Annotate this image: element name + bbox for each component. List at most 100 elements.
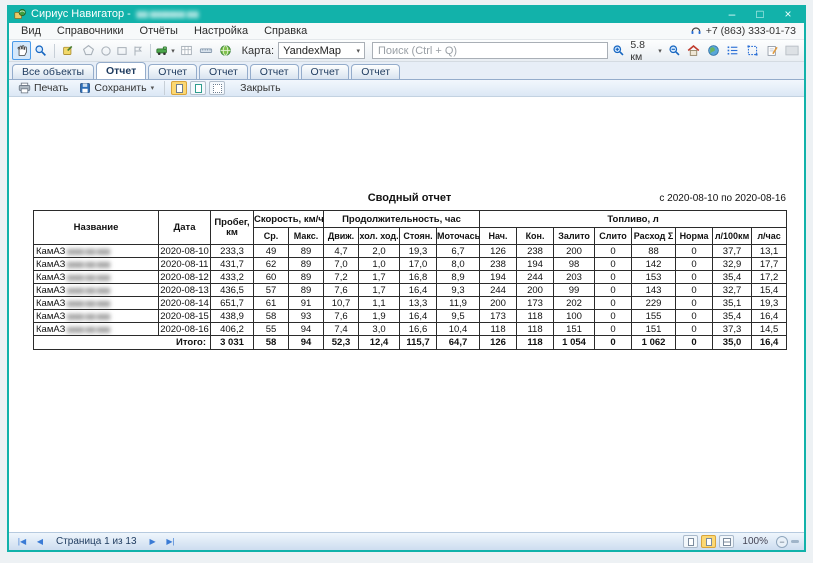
value-cell: 32,9: [713, 258, 752, 271]
menu-item-directories[interactable]: Справочники: [49, 25, 132, 37]
schedule-button[interactable]: [177, 41, 196, 60]
value-cell: 89: [289, 271, 324, 284]
pan-hand-button[interactable]: [12, 41, 31, 60]
edit-zone-icon: [62, 44, 75, 57]
redacted-plate: ▮▮▮▮▮ ▮▮▮ ▮▮▮▮: [65, 299, 110, 308]
select-area-button[interactable]: [743, 41, 762, 60]
menu-item-settings[interactable]: Настройка: [186, 25, 256, 37]
menu-item-view[interactable]: Вид: [13, 25, 49, 37]
map-scale-dropdown[interactable]: 5.8 км ▾: [630, 39, 661, 63]
zoom-out-slider-button[interactable]: −: [776, 536, 788, 548]
close-report-label: Закрыть: [240, 82, 280, 94]
vehicle-name: КамАЗ: [36, 298, 65, 309]
rectangle-tool-button[interactable]: [115, 41, 130, 60]
zoom-slider[interactable]: [791, 540, 799, 543]
app-window: Сириус Навигатор - ▮▮▮ ▮▮▮▮▮▮▮▮▮ ▮▮▮ – □…: [7, 5, 806, 552]
tab-report-3[interactable]: Отчет: [199, 64, 248, 79]
subcolumn-header: Залито: [554, 228, 595, 245]
column-header-name: Название: [34, 211, 159, 245]
close-report-button[interactable]: Закрыть: [236, 81, 284, 96]
object-list-button[interactable]: [724, 41, 743, 60]
value-cell: 0: [595, 258, 632, 271]
zoom-in-button[interactable]: [609, 41, 628, 60]
maximize-button[interactable]: □: [753, 8, 767, 20]
last-page-button[interactable]: ▶|: [163, 535, 179, 549]
value-cell: 436,5: [211, 284, 254, 297]
support-phone: +7 (863) 333-01-73: [690, 25, 800, 37]
edit-zone-button[interactable]: [59, 41, 78, 60]
map-select-value: YandexMap: [283, 45, 341, 57]
tab-all-objects[interactable]: Все объекты: [12, 64, 94, 79]
print-button[interactable]: Печать: [14, 81, 72, 96]
fit-width-button[interactable]: [171, 81, 187, 95]
flag-tool-button[interactable]: [131, 41, 146, 60]
vehicle-name-cell: КамАЗ ▮▮▮▮▮ ▮▮▮ ▮▮▮▮: [34, 271, 159, 284]
value-cell: 88: [632, 245, 676, 258]
view-multi-page-button[interactable]: [719, 535, 734, 548]
view-fit-width-button[interactable]: [701, 535, 716, 548]
search-map-button[interactable]: [32, 41, 51, 60]
tab-report-2[interactable]: Отчет: [148, 64, 197, 79]
total-value-cell: 64,7: [437, 336, 480, 350]
subcolumn-header: Ср.: [254, 228, 289, 245]
tab-report-4[interactable]: Отчет: [250, 64, 299, 79]
subcolumn-header: Норма: [676, 228, 713, 245]
value-cell: 49: [254, 245, 289, 258]
menu-item-reports[interactable]: Отчёты: [132, 25, 186, 37]
total-value-cell: 52,3: [324, 336, 359, 350]
date-cell: 2020-08-15: [159, 310, 211, 323]
value-cell: 6,7: [437, 245, 480, 258]
value-cell: 16,4: [400, 310, 437, 323]
edit-note-button[interactable]: [763, 41, 782, 60]
next-page-button[interactable]: ▶: [145, 535, 161, 549]
circle-tool-button[interactable]: [98, 41, 113, 60]
value-cell: 35,4: [713, 310, 752, 323]
view-one-page-button[interactable]: [683, 535, 698, 548]
tab-report-active[interactable]: Отчет: [96, 62, 146, 79]
page-icon: [176, 84, 183, 93]
save-button[interactable]: Сохранить ▾: [75, 81, 158, 96]
printer-icon: [18, 82, 31, 94]
fit-width-icon: [706, 538, 712, 546]
search-input[interactable]: [372, 42, 608, 59]
value-cell: 151: [554, 323, 595, 336]
chevron-down-icon: ▾: [658, 47, 662, 55]
tab-report-5[interactable]: Отчет: [301, 64, 350, 79]
report-preview-area: Сводный отчет с 2020-08-10 по 2020-08-16…: [9, 97, 804, 532]
main-toolbar: ▾ Карта: YandexMap ▾: [9, 40, 804, 62]
redacted-plate: ▮▮▮▮▮ ▮▮▮ ▮▮▮▮: [65, 260, 110, 269]
prev-page-button[interactable]: ◀: [32, 535, 48, 549]
date-cell: 2020-08-16: [159, 323, 211, 336]
map-view-button[interactable]: [704, 41, 723, 60]
first-page-button[interactable]: |◀: [14, 535, 30, 549]
polygon-tool-button[interactable]: [79, 41, 98, 60]
fullscreen-button[interactable]: [209, 81, 225, 95]
date-cell: 2020-08-10: [159, 245, 211, 258]
close-button[interactable]: ×: [781, 8, 795, 20]
home-view-button[interactable]: [684, 41, 703, 60]
menu-item-help[interactable]: Справка: [256, 25, 315, 37]
value-cell: 19,3: [400, 245, 437, 258]
subcolumn-header: Кон.: [517, 228, 554, 245]
value-cell: 7,4: [324, 323, 359, 336]
map-select-combobox[interactable]: YandexMap ▾: [278, 42, 365, 59]
tab-report-6[interactable]: Отчет: [351, 64, 400, 79]
map-scale-value: 5.8 км: [630, 39, 655, 63]
one-page-icon: [688, 538, 694, 546]
hand-icon: [15, 44, 28, 57]
column-group-fuel: Топливо, л: [480, 211, 787, 228]
vehicle-list-button[interactable]: ▾: [155, 41, 176, 60]
minimize-button[interactable]: –: [725, 8, 739, 20]
geo-report-button[interactable]: [216, 41, 235, 60]
value-cell: 0: [595, 284, 632, 297]
measure-button[interactable]: [196, 41, 215, 60]
panel-toggle-button[interactable]: [782, 41, 801, 60]
value-cell: 118: [517, 310, 554, 323]
list-icon: [726, 44, 739, 57]
redacted-plate: ▮▮▮▮▮ ▮▮▮ ▮▮▮▮: [65, 247, 110, 256]
date-cell: 2020-08-12: [159, 271, 211, 284]
value-cell: 3,0: [359, 323, 400, 336]
table-row: КамАЗ ▮▮▮▮▮ ▮▮▮ ▮▮▮▮2020-08-16406,255947…: [34, 323, 787, 336]
fit-page-button[interactable]: [190, 81, 206, 95]
zoom-out-button[interactable]: [665, 41, 684, 60]
